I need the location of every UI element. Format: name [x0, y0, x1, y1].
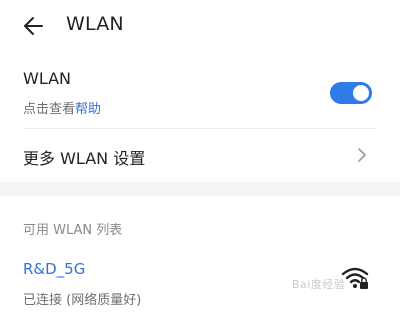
wlan-toggle-switch[interactable] [330, 82, 372, 104]
header-bar: WLAN [0, 0, 400, 54]
wlan-settings-screen: WLAN WLAN 点击查看帮助 更多 WLAN 设置 可用 WLAN 列表 R… [0, 0, 400, 321]
toggle-knob [353, 85, 369, 101]
more-wlan-settings-row[interactable]: 更多 WLAN 设置 [0, 129, 400, 181]
more-wlan-settings-label: 更多 WLAN 设置 [23, 149, 146, 168]
section-separator [0, 182, 400, 196]
back-button[interactable] [20, 12, 48, 40]
available-networks-title: 可用 WLAN 列表 [23, 223, 123, 238]
wlan-toggle-title: WLAN [23, 69, 72, 88]
arrow-left-icon [24, 17, 43, 35]
wlan-help-text: 点击查看帮助 [23, 98, 101, 117]
watermark: Bai度经验 [292, 278, 346, 291]
wlan-help-prefix: 点击查看 [23, 102, 76, 117]
help-link[interactable]: 帮助 [75, 102, 101, 117]
page-title: WLAN [66, 13, 124, 35]
network-name: R&D_5G [23, 260, 86, 278]
wlan-toggle-row: WLAN 点击查看帮助 [0, 58, 400, 128]
chevron-right-icon [358, 148, 366, 162]
network-status: 已连接 (网络质量好) [23, 293, 142, 308]
